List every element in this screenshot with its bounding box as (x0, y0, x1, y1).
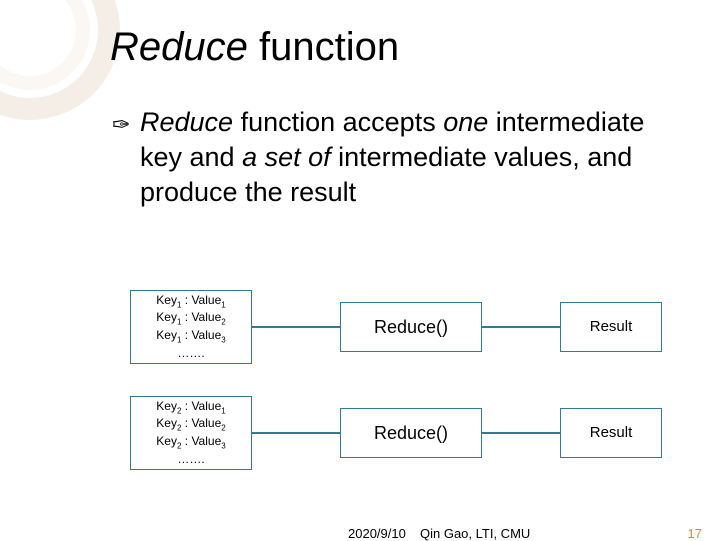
connector-line (482, 326, 560, 328)
reduce-box: Reduce() (340, 408, 482, 458)
key-box: Key1 : Value1 Key1 : Value2 Key1 : Value… (130, 290, 252, 364)
title-rest: function (259, 25, 399, 69)
result-box: Result (560, 408, 662, 458)
body-seg3: one (443, 107, 488, 137)
reduce-box: Reduce() (340, 302, 482, 352)
key-box: Key2 : Value1 Key2 : Value2 Key2 : Value… (130, 396, 252, 470)
body-text: ✑ Reduce function accepts one intermedia… (140, 105, 660, 210)
diagram-row: Key2 : Value1 Key2 : Value2 Key2 : Value… (130, 396, 665, 474)
connector-line (482, 432, 560, 434)
key-line: Key1 : Value2 (156, 310, 225, 328)
connector-line (252, 432, 340, 434)
key-line: Key2 : Value1 (156, 399, 225, 417)
bullet-icon: ✑ (112, 111, 130, 140)
key-line: Key2 : Value3 (156, 434, 225, 452)
footer-date: 2020/9/10 (348, 526, 406, 541)
title-italic: Reduce (110, 25, 259, 69)
footer-author: Qin Gao, LTI, CMU (420, 526, 530, 541)
connector-line (252, 326, 340, 328)
diagram-row: Key1 : Value1 Key1 : Value2 Key1 : Value… (130, 290, 665, 368)
key-line: Key1 : Value3 (156, 328, 225, 346)
key-line: Key2 : Value2 (156, 416, 225, 434)
slide-title: Reduce function (110, 25, 399, 70)
key-line: ……. (177, 452, 204, 468)
body-seg5: a set of (242, 142, 331, 172)
body-seg1: Reduce (140, 107, 233, 137)
footer-page-number: 17 (688, 526, 702, 541)
diagram: Key1 : Value1 Key1 : Value2 Key1 : Value… (130, 290, 665, 502)
body-seg2: function accepts (233, 107, 443, 137)
key-line: ……. (177, 346, 204, 362)
result-box: Result (560, 302, 662, 352)
key-line: Key1 : Value1 (156, 293, 225, 311)
